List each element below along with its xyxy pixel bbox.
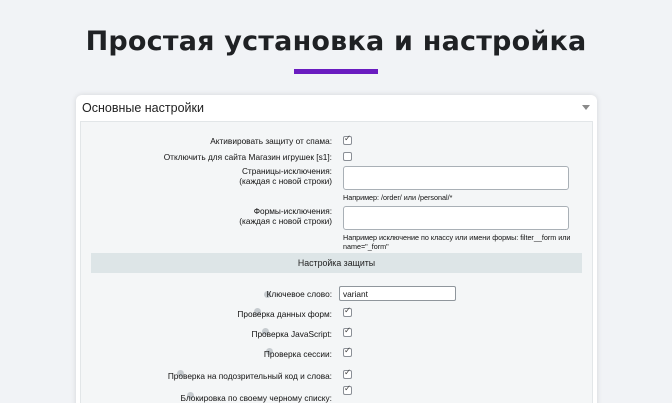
suspicious-check-checkbox[interactable] — [343, 368, 352, 379]
pages-exceptions-textarea[interactable] — [343, 166, 569, 190]
js-check-checkbox[interactable] — [343, 326, 352, 337]
settings-panel: Основные настройки Активировать защиту о… — [76, 95, 597, 403]
disable-site-label: Отключить для сайта Магазин игрушек [s1]… — [163, 152, 332, 162]
protection-section-header: Настройка защиты — [91, 253, 582, 273]
keyword-label: Ключевое слово: — [266, 289, 332, 299]
js-check-label: Проверка JavaScript: — [251, 329, 332, 339]
page-title: Простая установка и настройка — [85, 26, 587, 57]
forms-exceptions-hint: Например исключение по классу или имени … — [343, 233, 571, 251]
section-title: Настройка защиты — [297, 258, 376, 268]
forms-exceptions-textarea[interactable] — [343, 206, 569, 230]
panel-title: Основные настройки — [82, 101, 204, 115]
blacklist-checkbox[interactable] — [343, 384, 352, 395]
collapse-arrow-icon[interactable] — [582, 105, 590, 110]
activate-checkbox[interactable] — [343, 134, 352, 145]
forms-check-checkbox[interactable] — [343, 306, 352, 317]
pages-exceptions-hint: Например: /order/ или /personal/* — [343, 193, 453, 202]
forms-check-label: Проверка данных форм: — [237, 309, 332, 319]
disable-site-checkbox[interactable] — [343, 152, 352, 161]
activate-label: Активировать защиту от спама: — [210, 136, 332, 146]
panel-header[interactable]: Основные настройки — [76, 95, 597, 121]
session-check-label: Проверка сессии: — [263, 349, 332, 359]
blacklist-label: Блокировка по своему черному списку: — [180, 393, 333, 403]
pages-exceptions-label: Страницы-исключения: — [241, 166, 332, 176]
title-underline — [294, 69, 378, 74]
keyword-input[interactable]: variant — [339, 286, 456, 301]
forms-exceptions-sublabel: (каждая с новой строки) — [239, 216, 332, 226]
session-check-checkbox[interactable] — [343, 346, 352, 357]
forms-exceptions-label: Формы-исключения: — [253, 206, 332, 216]
pages-exceptions-sublabel: (каждая с новой строки) — [239, 176, 332, 186]
settings-form: Активировать защиту от спама: Отключить … — [80, 121, 593, 403]
suspicious-check-label: Проверка на подозрительный код и слова: — [167, 371, 332, 381]
